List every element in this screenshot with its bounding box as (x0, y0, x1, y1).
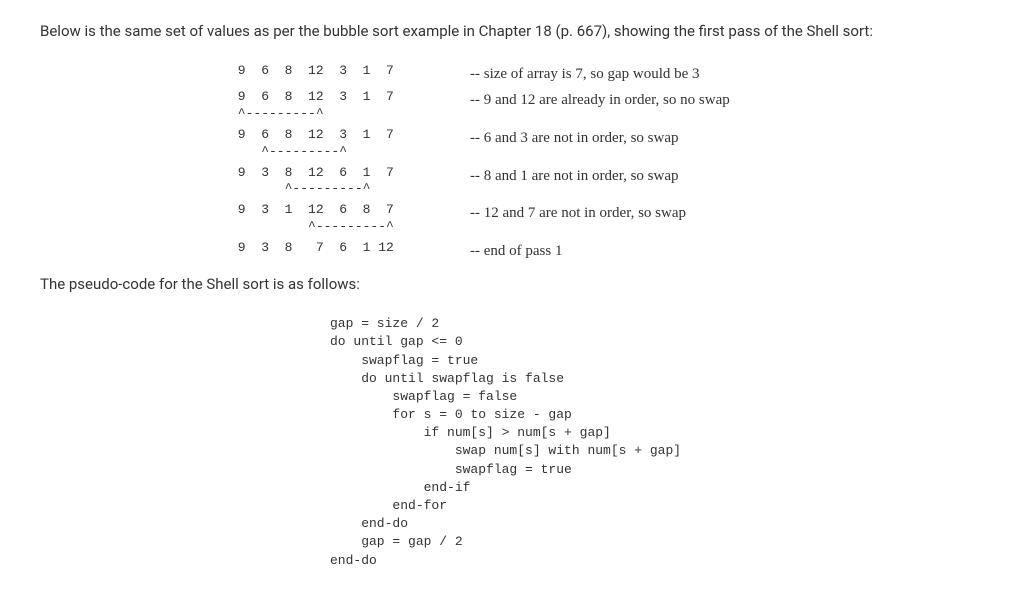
trace-row: 9 3 8 12 6 1 7 ^---------^ -- 8 and 1 ar… (230, 165, 977, 199)
trace-row: 9 3 8 7 6 1 12 -- end of pass 1 (230, 240, 977, 263)
trace-comment: -- 9 and 12 are already in order, so no … (470, 89, 730, 112)
trace-values: 9 6 8 12 3 1 7 ^---------^ (230, 89, 470, 123)
trace-comment: -- 6 and 3 are not in order, so swap (470, 127, 679, 150)
trace-comment: -- 8 and 1 are not in order, so swap (470, 165, 679, 188)
trace-row: 9 6 8 12 3 1 7 ^---------^ -- 9 and 12 a… (230, 89, 977, 123)
trace-values: 9 6 8 12 3 1 7 (230, 63, 470, 80)
trace-comment: -- size of array is 7, so gap would be 3 (470, 63, 700, 86)
trace-values: 9 3 8 12 6 1 7 ^---------^ (230, 165, 470, 199)
trace-row: 9 3 1 12 6 8 7 ^---------^ -- 12 and 7 a… (230, 202, 977, 236)
trace-comment: -- 12 and 7 are not in order, so swap (470, 202, 686, 225)
mid-paragraph: The pseudo-code for the Shell sort is as… (40, 273, 977, 296)
trace-block: 9 6 8 12 3 1 7 -- size of array is 7, so… (230, 63, 977, 263)
trace-row: 9 6 8 12 3 1 7 ^---------^ -- 6 and 3 ar… (230, 127, 977, 161)
trace-values: 9 3 8 7 6 1 12 (230, 240, 470, 257)
trace-values: 9 3 1 12 6 8 7 ^---------^ (230, 202, 470, 236)
trace-values: 9 6 8 12 3 1 7 ^---------^ (230, 127, 470, 161)
intro-paragraph: Below is the same set of values as per t… (40, 20, 977, 43)
pseudo-code: gap = size / 2 do until gap <= 0 swapfla… (330, 315, 977, 570)
trace-row: 9 6 8 12 3 1 7 -- size of array is 7, so… (230, 63, 977, 86)
trace-comment: -- end of pass 1 (470, 240, 562, 263)
